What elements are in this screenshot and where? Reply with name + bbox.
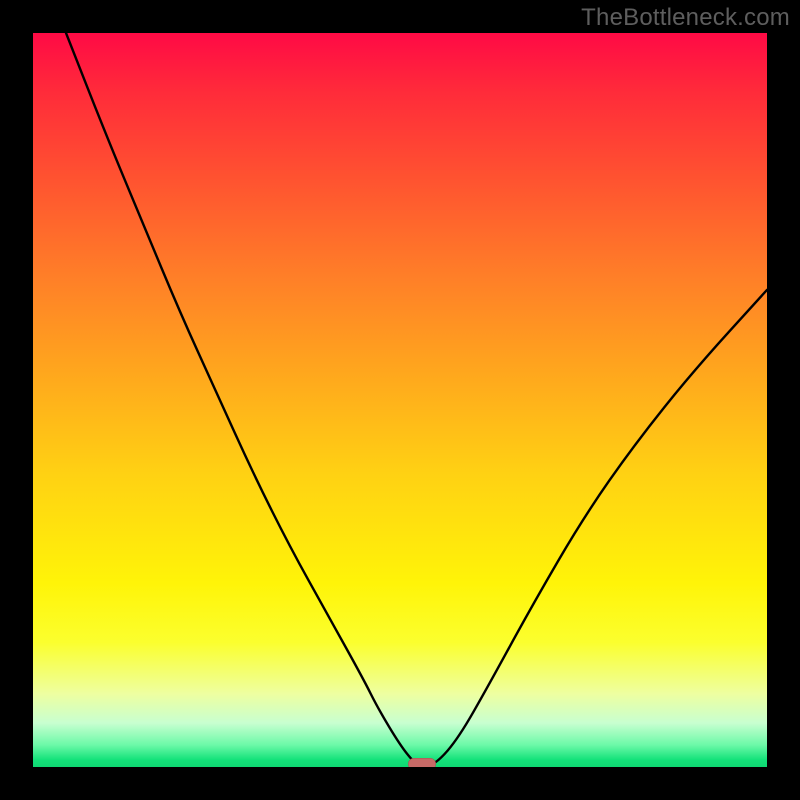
minimum-marker xyxy=(408,758,436,767)
plot-area xyxy=(33,33,767,767)
bottleneck-curve xyxy=(33,33,767,767)
chart-frame: TheBottleneck.com xyxy=(0,0,800,800)
watermark-label: TheBottleneck.com xyxy=(581,4,790,32)
